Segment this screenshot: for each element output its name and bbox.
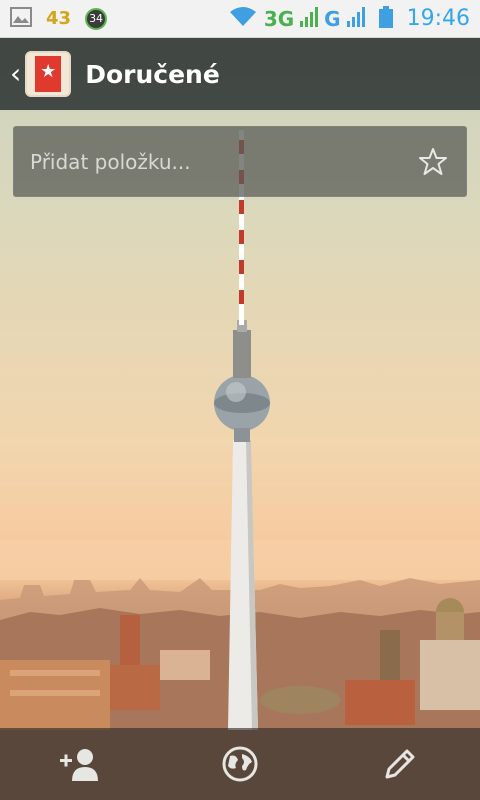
pencil-icon <box>385 749 415 779</box>
clock: 19:46 <box>406 6 470 31</box>
add-item-input[interactable] <box>30 149 416 174</box>
tv-tower-cityscape <box>0 130 480 800</box>
background-photo <box>0 0 480 800</box>
globe-icon <box>222 746 258 782</box>
chevron-left-icon: ‹ <box>10 57 22 90</box>
star-button[interactable] <box>416 145 450 179</box>
battery-icon <box>378 5 393 32</box>
star-icon: ★ <box>40 61 57 82</box>
star-outline-icon <box>419 147 447 175</box>
add-item-field[interactable] <box>13 126 467 197</box>
network-3g-label: 3G <box>263 6 295 31</box>
public-list-button[interactable] <box>200 728 280 800</box>
notification-badge: 34 <box>85 7 108 30</box>
action-bar: ‹ ★ Doručené <box>0 38 480 110</box>
page-title: Doručené <box>85 59 220 89</box>
share-list-button[interactable] <box>40 728 120 800</box>
bottom-toolbar <box>0 728 480 800</box>
back-button[interactable]: ‹ ★ <box>0 38 77 110</box>
add-person-icon <box>60 749 98 781</box>
wunderlist-icon: ★ <box>25 51 72 97</box>
image-icon <box>10 6 32 31</box>
network-g-label: G <box>324 6 341 31</box>
status-bar: 43 34 3G G 19:46 <box>0 0 480 38</box>
signal-icon <box>300 6 319 31</box>
notification-count: 43 <box>46 8 72 29</box>
signal-icon-2 <box>346 6 365 31</box>
wifi-icon <box>228 6 258 32</box>
ribbon-shape: ★ <box>35 56 62 92</box>
edit-list-button[interactable] <box>360 728 440 800</box>
